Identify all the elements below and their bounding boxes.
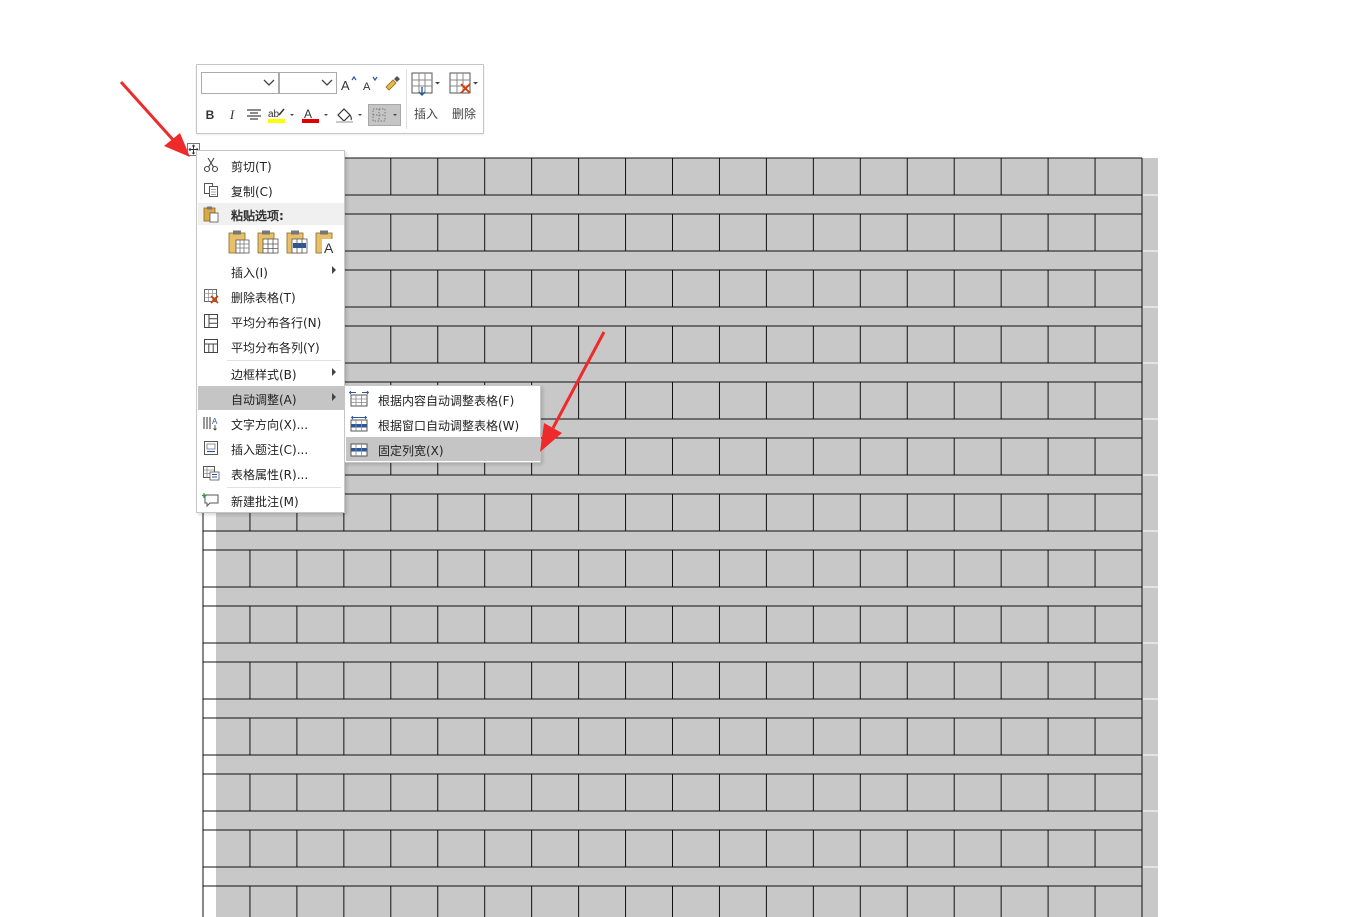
paste-merge-table-icon	[257, 230, 279, 254]
insert-button[interactable]: 插入	[409, 69, 443, 129]
shading-button[interactable]	[335, 104, 365, 126]
menu-label-insert-caption: 插入题注(C)...	[231, 443, 309, 457]
submenu-label-fit-contents: 根据内容自动调整表格(F)	[378, 394, 515, 408]
toolbar-separator	[406, 69, 407, 129]
svg-text:A: A	[341, 78, 350, 93]
paste-options-header: 粘贴选项:	[198, 203, 344, 225]
align-center-icon	[247, 109, 261, 120]
menu-item-table-properties[interactable]: 表格属性(R)...	[198, 461, 344, 485]
menu-item-text-direction[interactable]: A 文字方向(X)...	[198, 411, 344, 435]
caption-icon	[204, 441, 218, 455]
paste-options-label: 粘贴选项:	[231, 209, 284, 223]
shrink-font-button[interactable]: A	[361, 73, 379, 95]
highlighter-icon: ab	[268, 108, 294, 123]
menu-item-new-comment[interactable]: 新建批注(M)	[198, 488, 344, 512]
menu-item-distribute-rows[interactable]: 平均分布各行(N)	[198, 309, 344, 333]
font-size-combo[interactable]	[279, 72, 337, 94]
delete-button[interactable]: 删除	[447, 69, 481, 129]
submenu-arrow-icon	[332, 266, 336, 274]
delete-label: 删除	[451, 107, 476, 121]
menu-item-delete-table[interactable]: 删除表格(T)	[198, 284, 344, 308]
italic-button[interactable]: I	[224, 104, 240, 126]
menu-item-insert-caption[interactable]: 插入题注(C)...	[198, 436, 344, 460]
svg-text:A: A	[324, 240, 334, 255]
menu-label-text-direction: 文字方向(X)...	[231, 418, 309, 432]
menu-label-new-comment: 新建批注(M)	[231, 495, 299, 509]
delete-table-icon	[204, 289, 219, 304]
chevron-down-icon	[263, 79, 275, 86]
copy-icon	[204, 183, 218, 197]
table-properties-icon	[203, 466, 220, 481]
submenu-item-fit-contents[interactable]: 根据内容自动调整表格(F)	[346, 387, 540, 411]
distribute-rows-icon	[204, 314, 218, 328]
autofit-window-icon	[350, 415, 368, 432]
svg-text:A: A	[304, 107, 312, 121]
font-grow-icon: A	[341, 75, 357, 93]
font-color-button[interactable]: A	[301, 104, 331, 126]
svg-text:A: A	[212, 417, 218, 426]
format-painter-button[interactable]	[382, 73, 402, 95]
submenu-arrow-icon	[332, 393, 336, 401]
new-comment-icon	[202, 493, 219, 508]
format-painter-icon	[385, 76, 400, 91]
menu-label-copy: 复制(C)	[231, 185, 273, 199]
center-align-button[interactable]	[245, 104, 263, 126]
menu-item-cut[interactable]: 剪切(T)	[198, 153, 344, 177]
fixed-column-width-icon	[350, 443, 368, 457]
distribute-columns-icon	[204, 339, 218, 353]
font-shrink-icon: A	[363, 76, 378, 93]
menu-item-copy[interactable]: 复制(C)	[198, 178, 344, 202]
text-direction-icon: A	[203, 417, 218, 431]
highlight-button[interactable]: ab	[267, 104, 297, 126]
font-name-combo[interactable]	[201, 72, 279, 94]
submenu-label-fit-window: 根据窗口自动调整表格(W)	[378, 419, 520, 433]
grow-font-button[interactable]: A	[340, 73, 358, 95]
menu-label-delete-table: 删除表格(T)	[231, 291, 296, 305]
table-selection-shading	[216, 158, 1158, 917]
bold-button[interactable]: B	[202, 104, 218, 126]
menu-label-distribute-cols: 平均分布各列(Y)	[231, 341, 320, 355]
chevron-down-icon	[321, 79, 333, 86]
menu-label-distribute-rows: 平均分布各行(N)	[231, 316, 322, 330]
table-delete-icon	[449, 72, 478, 94]
menu-label-table-properties: 表格属性(R)...	[231, 468, 309, 482]
menu-item-autofit[interactable]: 自动调整(A)	[198, 386, 344, 410]
menu-item-border-styles[interactable]: 边框样式(B)	[198, 361, 344, 385]
menu-label-border-styles: 边框样式(B)	[231, 368, 297, 382]
paste-keep-source-button[interactable]	[227, 229, 251, 255]
submenu-item-fit-window[interactable]: 根据窗口自动调整表格(W)	[346, 412, 540, 436]
scissors-icon	[203, 157, 219, 173]
submenu-arrow-icon	[332, 368, 336, 376]
menu-label-autofit: 自动调整(A)	[231, 393, 297, 407]
submenu-item-fixed-width[interactable]: 固定列宽(X)	[346, 437, 540, 461]
paste-nested-table-icon	[286, 230, 308, 254]
autofit-contents-icon	[348, 390, 370, 407]
paste-nested-button[interactable]	[285, 229, 309, 255]
paste-text-only-button[interactable]: A	[314, 229, 338, 256]
borders-button[interactable]	[368, 104, 401, 126]
paste-merge-button[interactable]	[256, 229, 280, 255]
table-insert-icon	[411, 72, 440, 96]
clipboard-icon	[203, 206, 219, 223]
context-menu: 剪切(T) 复制(C) 粘贴选项: A 插入(I) 删除表格(T) 平均分布各行…	[196, 150, 345, 513]
paste-keep-formatting-icon	[228, 230, 250, 254]
insert-label: 插入	[413, 107, 438, 121]
submenu-label-fixed-width: 固定列宽(X)	[378, 444, 444, 458]
menu-label-insert: 插入(I)	[231, 266, 268, 280]
paint-bucket-icon	[336, 108, 362, 123]
menu-label-cut: 剪切(T)	[231, 160, 272, 174]
menu-item-distribute-cols[interactable]: 平均分布各列(Y)	[198, 334, 344, 358]
autofit-submenu: 根据内容自动调整表格(F) 根据窗口自动调整表格(W) 固定列宽(X)	[344, 385, 541, 463]
svg-text:A: A	[363, 81, 371, 93]
menu-item-insert[interactable]: 插入(I)	[198, 259, 344, 283]
paste-text-only-icon: A	[315, 230, 336, 256]
paste-options-row: A	[227, 227, 339, 257]
font-color-icon: A	[302, 107, 328, 123]
mini-toolbar: A A B I ab A 插入 删除	[196, 64, 484, 134]
borders-icon	[372, 108, 397, 122]
svg-text:ab: ab	[268, 109, 280, 120]
